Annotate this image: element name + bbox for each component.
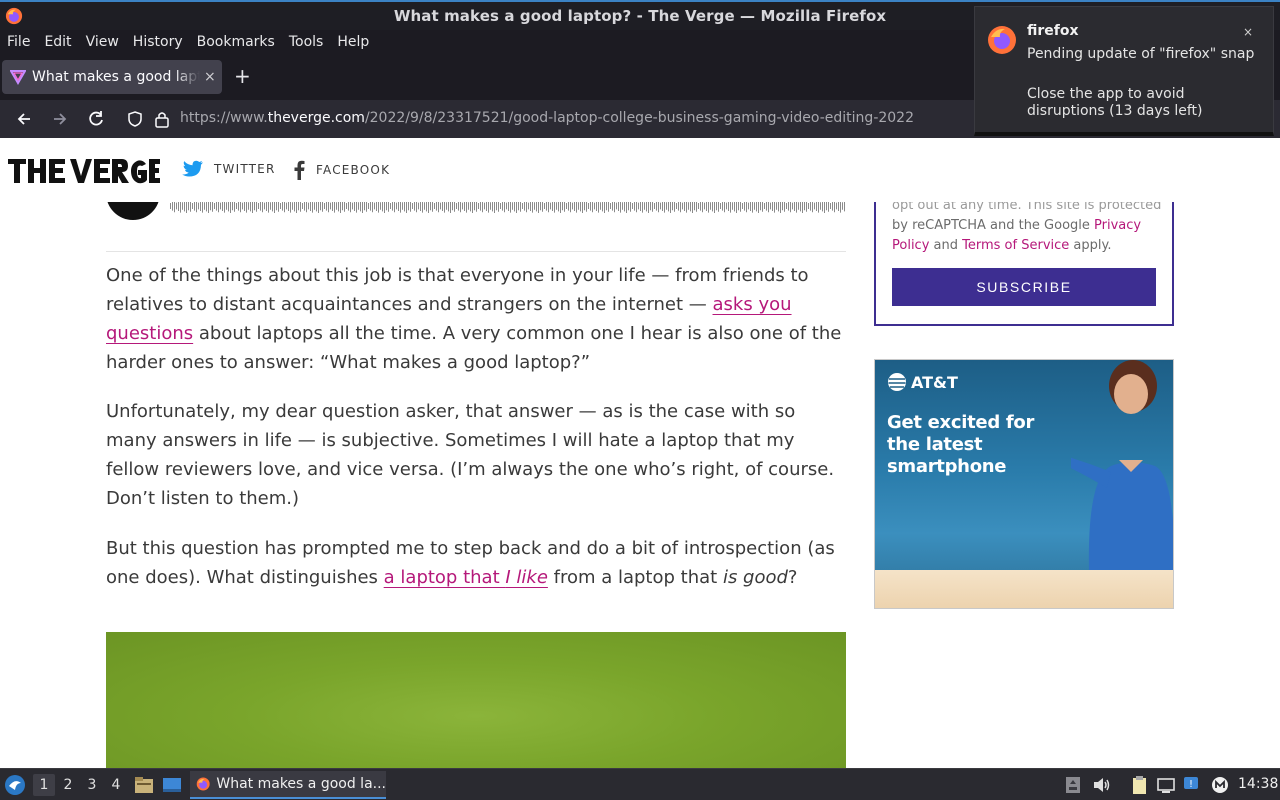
workspace-2[interactable]: 2 bbox=[57, 774, 79, 796]
ad-spokesperson-illustration bbox=[1071, 360, 1173, 572]
att-advertisement[interactable]: AT&T Get excited for the latest smartpho… bbox=[874, 359, 1174, 609]
workspace-1[interactable]: 1 bbox=[33, 774, 55, 796]
network-icon[interactable] bbox=[1156, 775, 1176, 795]
taskbar: 1 2 3 4 What makes a good la... ! 14:38 bbox=[0, 768, 1280, 800]
svg-text:!: ! bbox=[1189, 779, 1193, 790]
volume-icon[interactable] bbox=[1091, 775, 1111, 795]
terms-of-service-link[interactable]: Terms of Service bbox=[962, 238, 1069, 253]
paragraph-text: One of the things about this job is that… bbox=[106, 265, 809, 315]
file-manager-icon[interactable] bbox=[134, 775, 154, 795]
article-paragraph-2: Unfortunately, my dear question asker, t… bbox=[106, 401, 835, 509]
firefox-icon bbox=[988, 26, 1016, 54]
snap-update-notification[interactable]: firefox × Pending update of "firefox" sn… bbox=[974, 6, 1274, 136]
clipboard-icon[interactable] bbox=[1129, 775, 1149, 795]
clock: 14:38 bbox=[1238, 776, 1279, 792]
att-brand: AT&T bbox=[887, 372, 958, 392]
tab-active[interactable]: What makes a good laptop? - The Verge × bbox=[2, 60, 222, 94]
facebook-icon bbox=[294, 160, 305, 180]
att-globe-icon bbox=[888, 373, 906, 391]
facebook-label: FACEBOOK bbox=[316, 163, 391, 177]
menu-bookmarks[interactable]: Bookmarks bbox=[197, 34, 275, 50]
legal-text: by reCAPTCHA and the Google bbox=[892, 218, 1095, 233]
update-notifier-icon[interactable] bbox=[1210, 775, 1230, 795]
usb-drive-icon[interactable] bbox=[1063, 775, 1083, 795]
back-icon[interactable] bbox=[14, 109, 34, 129]
url-domain: theverge.com bbox=[267, 110, 365, 126]
taskbar-firefox-window[interactable]: What makes a good la... bbox=[190, 771, 386, 799]
new-tab-button[interactable]: + bbox=[234, 66, 251, 86]
notification-detail: Close the app to avoid disruptions (13 d… bbox=[1027, 86, 1203, 119]
paragraph-text: ? bbox=[787, 567, 798, 588]
url-path: /2022/9/8/23317521/good-laptop-college-b… bbox=[364, 110, 914, 126]
newsletter-signup: opt out at any time. This site is protec… bbox=[874, 188, 1174, 326]
article-paragraph-3: But this question has prompted me to ste… bbox=[106, 534, 846, 592]
tracking-shield-icon[interactable] bbox=[126, 110, 144, 128]
firefox-icon bbox=[196, 777, 210, 791]
paragraph-text: about laptops all the time. A very commo… bbox=[106, 323, 842, 373]
menu-help[interactable]: Help bbox=[337, 34, 369, 50]
ad-headline: Get excited for the latest smartphone bbox=[887, 412, 1035, 477]
att-brand-name: AT&T bbox=[911, 372, 958, 392]
menu-view[interactable]: View bbox=[86, 34, 119, 50]
recaptcha-legal-text: opt out at any time. This site is protec… bbox=[892, 196, 1162, 256]
reload-icon[interactable] bbox=[86, 109, 106, 129]
section-divider bbox=[106, 251, 846, 252]
tab-close-icon[interactable]: × bbox=[204, 69, 216, 85]
workspace-4[interactable]: 4 bbox=[105, 774, 127, 796]
url-prefix: https://www. bbox=[180, 110, 268, 126]
menu-edit[interactable]: Edit bbox=[44, 34, 71, 50]
link-text: a laptop that bbox=[383, 567, 506, 588]
notification-message: Pending update of "firefox" snap bbox=[1027, 46, 1255, 62]
menu-history[interactable]: History bbox=[133, 34, 183, 50]
link-emphasis: I like bbox=[505, 567, 548, 588]
menu-tools[interactable]: Tools bbox=[289, 34, 324, 50]
url-text[interactable]: https://www.theverge.com/2022/9/8/233175… bbox=[180, 110, 914, 126]
firefox-icon bbox=[5, 7, 23, 25]
page-content: TWITTER FACEBOOK One of the things about… bbox=[0, 138, 1280, 768]
start-menu-icon[interactable] bbox=[4, 774, 26, 796]
ad-store-counter bbox=[875, 570, 1173, 608]
taskbar-window-title: What makes a good la... bbox=[216, 776, 386, 792]
legal-text: and bbox=[929, 238, 963, 253]
paragraph-text: from a laptop that bbox=[547, 567, 723, 588]
notification-indicator-icon[interactable]: ! bbox=[1182, 775, 1202, 795]
legal-text: apply. bbox=[1069, 238, 1112, 253]
subscribe-button[interactable]: SUBSCRIBE bbox=[892, 268, 1156, 306]
lock-icon[interactable] bbox=[154, 110, 170, 128]
window-title: What makes a good laptop? - The Verge — … bbox=[393, 7, 887, 25]
paragraph-emphasis: is good bbox=[722, 567, 788, 588]
laptop-i-like-link[interactable]: a laptop that I like bbox=[384, 567, 548, 588]
site-header: TWITTER FACEBOOK bbox=[0, 138, 1280, 202]
tab-title: What makes a good laptop? - The Verge bbox=[32, 69, 200, 85]
menu-file[interactable]: File bbox=[7, 34, 30, 50]
facebook-link[interactable]: FACEBOOK bbox=[292, 160, 390, 180]
url-bar[interactable]: https://www.theverge.com/2022/9/8/233175… bbox=[118, 104, 978, 134]
twitter-icon bbox=[182, 160, 203, 177]
twitter-link[interactable]: TWITTER bbox=[182, 160, 276, 178]
notification-close-icon[interactable]: × bbox=[1243, 25, 1253, 39]
notification-app-name: firefox bbox=[1027, 23, 1079, 39]
the-verge-logo[interactable] bbox=[8, 156, 160, 186]
verge-favicon-icon bbox=[10, 70, 26, 85]
twitter-label: TWITTER bbox=[214, 162, 276, 176]
article-paragraph-1: One of the things about this job is that… bbox=[106, 261, 846, 377]
workspace-3[interactable]: 3 bbox=[81, 774, 103, 796]
article-hero-image bbox=[106, 632, 846, 768]
forward-icon[interactable] bbox=[50, 109, 70, 129]
show-desktop-icon[interactable] bbox=[162, 775, 182, 795]
